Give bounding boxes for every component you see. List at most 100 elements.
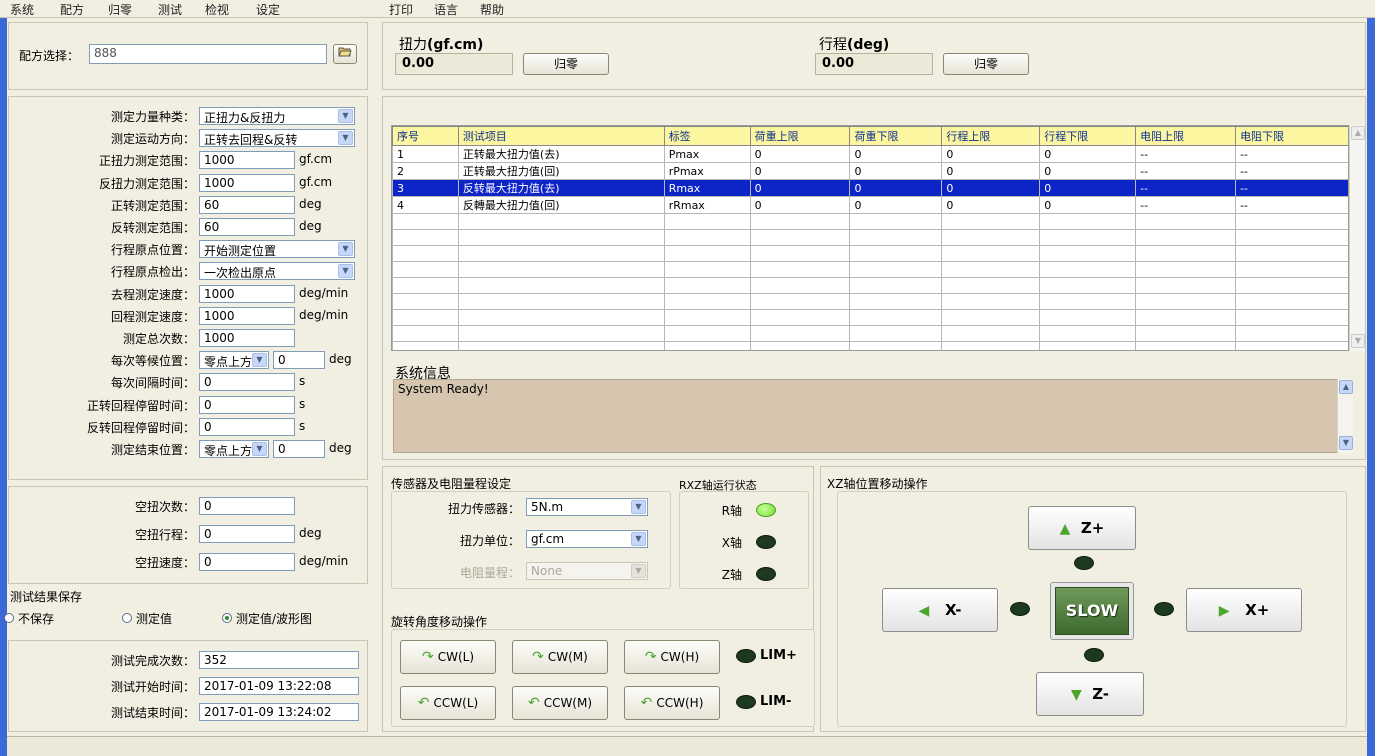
z-plus-button[interactable]: ▲ Z+ bbox=[1028, 506, 1136, 550]
z-plus-label: Z+ bbox=[1080, 519, 1105, 537]
table-row[interactable]: 1 正转最大扭力值(去) Pmax 0 0 0 0 -- -- bbox=[392, 145, 1348, 163]
table-cell bbox=[392, 277, 459, 294]
resistance-select: None ▼ bbox=[526, 562, 648, 580]
x-plus-button[interactable]: ▶ X+ bbox=[1186, 588, 1302, 632]
rotate-cw-icon: ↷ bbox=[421, 649, 434, 665]
menu-item-2[interactable]: 归零 bbox=[108, 1, 132, 18]
menu-item-6[interactable]: 打印 bbox=[389, 1, 413, 18]
menu-item-3[interactable]: 测试 bbox=[158, 1, 182, 18]
param-input[interactable]: 1000 bbox=[199, 306, 295, 325]
ccw-button-0[interactable]: ↶ CCW(L) bbox=[400, 686, 496, 720]
table-cell bbox=[941, 261, 1041, 278]
z-minus-button[interactable]: ▼ Z- bbox=[1036, 672, 1144, 716]
param-input[interactable]: 1000 bbox=[199, 151, 295, 170]
table-cell bbox=[663, 261, 751, 278]
recipe-input[interactable]: 888 bbox=[89, 44, 327, 64]
idle-input[interactable]: 0 bbox=[199, 525, 295, 543]
table-cell: 0 bbox=[749, 145, 851, 163]
param-input[interactable]: 0 bbox=[199, 373, 295, 392]
table-row-empty bbox=[392, 309, 1348, 326]
table-cell bbox=[941, 309, 1041, 326]
table-row[interactable]: 4 反轉最大扭力值(回) rRmax 0 0 0 0 -- -- bbox=[392, 196, 1348, 214]
param-select[interactable]: 一次检出原点 ▼ bbox=[199, 262, 355, 281]
param-input[interactable]: 0 bbox=[199, 417, 295, 436]
table-cell: 3 bbox=[392, 179, 459, 197]
param-select[interactable]: 开始测定位置 ▼ bbox=[199, 240, 355, 259]
test-items-panel: 序号 测试项目 标签 荷重上限 荷重下限 行程上限 行程下限 电阻上限 电阻下限 1 正转最大扭力值… bbox=[382, 96, 1366, 460]
slow-button[interactable]: SLOW bbox=[1055, 587, 1129, 635]
ccw-button-1[interactable]: ↶ CCW(M) bbox=[512, 686, 608, 720]
scroll-down-icon[interactable]: ▼ bbox=[1351, 334, 1365, 348]
param-input[interactable]: 1000 bbox=[199, 329, 295, 347]
table-scrollbar[interactable]: ▲ ▼ bbox=[1349, 125, 1365, 351]
column-header[interactable]: 测试项目 bbox=[457, 126, 665, 146]
param-input[interactable]: 1000 bbox=[199, 173, 295, 192]
torque-zero-button[interactable]: 归零 bbox=[523, 53, 609, 75]
travel-zero-button[interactable]: 归零 bbox=[943, 53, 1029, 75]
menu-item-0[interactable]: 系统 bbox=[10, 1, 34, 18]
param-unit: gf.cm bbox=[299, 174, 333, 189]
scroll-down-icon[interactable]: ▼ bbox=[1339, 436, 1353, 450]
menu-item-7[interactable]: 语言 bbox=[434, 1, 458, 18]
param-input[interactable]: 0 bbox=[273, 351, 325, 370]
menu-item-4[interactable]: 检视 bbox=[205, 1, 229, 18]
axis-led bbox=[756, 503, 776, 517]
param-input[interactable]: 60 bbox=[199, 195, 295, 214]
column-header[interactable]: 荷重上限 bbox=[749, 126, 851, 146]
param-input[interactable]: 0 bbox=[273, 440, 325, 458]
idle-input[interactable]: 0 bbox=[199, 553, 295, 571]
scroll-up-icon[interactable]: ▲ bbox=[1351, 126, 1365, 140]
column-header[interactable]: 电阻下限 bbox=[1235, 126, 1348, 146]
menu-item-8[interactable]: 帮助 bbox=[480, 1, 504, 18]
param-select[interactable]: 零点上方 ▼ bbox=[199, 440, 269, 458]
cw-label: CW(M) bbox=[547, 650, 588, 664]
param-input[interactable]: 1000 bbox=[199, 284, 295, 303]
torque-unit-label: 扭力单位： bbox=[459, 534, 520, 548]
chevron-down-icon: ▼ bbox=[631, 564, 646, 578]
column-header[interactable]: 荷重下限 bbox=[849, 126, 943, 146]
table-cell: 反转最大扭力值(去) bbox=[457, 179, 665, 197]
save-radio-0[interactable] bbox=[4, 613, 14, 623]
table-cell bbox=[849, 245, 943, 262]
table-cell bbox=[1039, 325, 1137, 342]
idle-label: 空扭行程： bbox=[134, 528, 195, 542]
table-row[interactable]: 2 正转最大扭力值(回) rPmax 0 0 0 0 -- -- bbox=[392, 162, 1348, 180]
menu-bar: 系统 配方 归零 测试 检视 设定 打印 语言 帮助 bbox=[0, 0, 1375, 18]
menu-item-5[interactable]: 设定 bbox=[256, 1, 280, 18]
param-input[interactable]: 0 bbox=[199, 395, 295, 414]
column-header[interactable]: 标签 bbox=[663, 126, 751, 146]
scroll-up-icon[interactable]: ▲ bbox=[1339, 380, 1353, 394]
arrow-up-icon: ▲ bbox=[1059, 521, 1071, 537]
stat-label: 测试完成次数： bbox=[110, 654, 195, 668]
open-folder-button[interactable] bbox=[333, 44, 357, 64]
menu-item-1[interactable]: 配方 bbox=[60, 1, 84, 18]
save-radio-1[interactable] bbox=[122, 613, 132, 623]
torque-sensor-select[interactable]: 5N.m ▼ bbox=[526, 498, 648, 516]
cw-button-1[interactable]: ↷ CW(M) bbox=[512, 640, 608, 674]
sysinfo-scrollbar[interactable]: ▲ ▼ bbox=[1337, 379, 1353, 453]
table-cell: 0 bbox=[749, 162, 851, 180]
idle-input[interactable]: 0 bbox=[199, 497, 295, 515]
save-radio-2[interactable] bbox=[222, 613, 232, 623]
column-header[interactable]: 电阻上限 bbox=[1135, 126, 1237, 146]
table-cell: 0 bbox=[1039, 145, 1137, 163]
chevron-down-icon: ▼ bbox=[338, 131, 353, 146]
column-header[interactable]: 行程下限 bbox=[1039, 126, 1137, 146]
x-minus-button[interactable]: ◀ X- bbox=[882, 588, 998, 632]
table-cell bbox=[1135, 309, 1237, 326]
table-row[interactable]: 3 反转最大扭力值(去) Rmax 0 0 0 0 -- -- bbox=[392, 179, 1348, 197]
cw-button-2[interactable]: ↷ CW(H) bbox=[624, 640, 720, 674]
param-select[interactable]: 正扭力&反扭力 ▼ bbox=[199, 107, 355, 125]
param-label: 测定运动方向： bbox=[110, 132, 195, 147]
cw-button-0[interactable]: ↷ CW(L) bbox=[400, 640, 496, 674]
column-header[interactable]: 序号 bbox=[392, 126, 459, 146]
torque-unit-select[interactable]: gf.cm ▼ bbox=[526, 530, 648, 548]
arrow-left-icon: ◀ bbox=[918, 603, 930, 619]
table-cell: 0 bbox=[941, 179, 1041, 197]
param-select[interactable]: 正转去回程&反转 ▼ bbox=[199, 129, 355, 148]
test-items-table-wrap: 序号 测试项目 标签 荷重上限 荷重下限 行程上限 行程下限 电阻上限 电阻下限 1 正转最大扭力值… bbox=[391, 125, 1349, 351]
column-header[interactable]: 行程上限 bbox=[941, 126, 1041, 146]
param-input[interactable]: 60 bbox=[199, 218, 295, 236]
ccw-button-2[interactable]: ↶ CCW(H) bbox=[624, 686, 720, 720]
param-select[interactable]: 零点上方 ▼ bbox=[199, 351, 269, 370]
